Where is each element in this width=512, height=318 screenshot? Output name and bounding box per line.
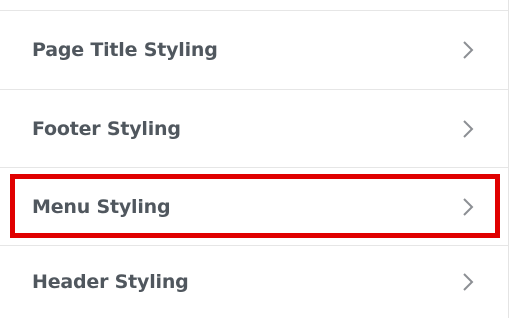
menu-item-header-styling[interactable]: Header Styling bbox=[0, 246, 508, 318]
styling-menu-panel: Page Title Styling Footer Styling Menu S… bbox=[0, 0, 509, 318]
chevron-right-icon bbox=[458, 40, 478, 60]
chevron-right-icon bbox=[458, 119, 478, 139]
menu-item-label: Page Title Styling bbox=[32, 39, 218, 61]
chevron-right-icon bbox=[458, 272, 478, 292]
chevron-right-icon bbox=[458, 197, 478, 217]
menu-item-page-title-styling[interactable]: Page Title Styling bbox=[0, 11, 508, 89]
menu-item-label: Header Styling bbox=[32, 271, 189, 293]
menu-item-menu-styling[interactable]: Menu Styling bbox=[0, 168, 508, 245]
menu-item-label: Menu Styling bbox=[32, 195, 171, 218]
menu-item-label: Footer Styling bbox=[32, 117, 181, 140]
menu-item-footer-styling[interactable]: Footer Styling bbox=[0, 90, 508, 167]
